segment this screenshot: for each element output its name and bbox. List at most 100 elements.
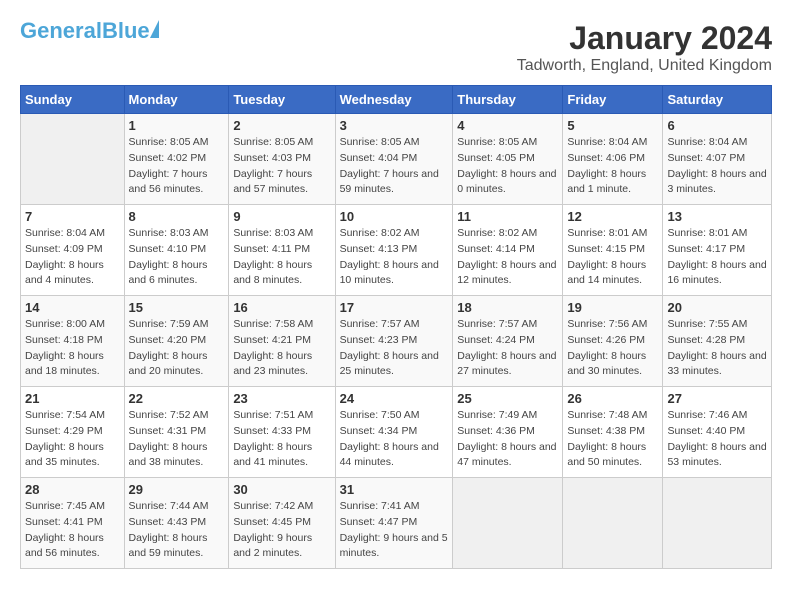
logo-icon — [150, 20, 159, 38]
day-detail: Sunrise: 8:05 AMSunset: 4:05 PMDaylight:… — [457, 136, 556, 195]
calendar-week-5: 28 Sunrise: 7:45 AMSunset: 4:41 PMDayligh… — [21, 478, 772, 569]
day-number: 6 — [667, 118, 767, 133]
day-detail: Sunrise: 7:56 AMSunset: 4:26 PMDaylight:… — [567, 318, 647, 377]
day-number: 28 — [25, 482, 120, 497]
calendar-cell: 22 Sunrise: 7:52 AMSunset: 4:31 PMDayligh… — [124, 387, 229, 478]
day-detail: Sunrise: 7:41 AMSunset: 4:47 PMDaylight:… — [340, 500, 448, 559]
day-number: 29 — [129, 482, 225, 497]
calendar-cell: 19 Sunrise: 7:56 AMSunset: 4:26 PMDayligh… — [563, 296, 663, 387]
day-detail: Sunrise: 8:01 AMSunset: 4:17 PMDaylight:… — [667, 227, 766, 286]
day-number: 23 — [233, 391, 330, 406]
weekday-header-monday: Monday — [124, 86, 229, 114]
day-number: 25 — [457, 391, 558, 406]
day-number: 27 — [667, 391, 767, 406]
day-detail: Sunrise: 7:49 AMSunset: 4:36 PMDaylight:… — [457, 409, 556, 468]
calendar-week-2: 7 Sunrise: 8:04 AMSunset: 4:09 PMDaylight… — [21, 205, 772, 296]
weekday-header-friday: Friday — [563, 86, 663, 114]
day-detail: Sunrise: 8:04 AMSunset: 4:09 PMDaylight:… — [25, 227, 105, 286]
calendar-cell: 18Sunrise: 7:57 AMSunset: 4:24 PMDayligh… — [453, 296, 563, 387]
calendar-cell: 12Sunrise: 8:01 AMSunset: 4:15 PMDayligh… — [563, 205, 663, 296]
main-title: January 2024 — [517, 20, 772, 57]
calendar-cell: 30 Sunrise: 7:42 AMSunset: 4:45 PMDayligh… — [229, 478, 335, 569]
weekday-header-saturday: Saturday — [663, 86, 772, 114]
calendar-cell: 3 Sunrise: 8:05 AMSunset: 4:04 PMDaylight… — [335, 114, 453, 205]
calendar-cell: 20 Sunrise: 7:55 AMSunset: 4:28 PMDayligh… — [663, 296, 772, 387]
day-detail: Sunrise: 7:52 AMSunset: 4:31 PMDaylight:… — [129, 409, 209, 468]
day-detail: Sunrise: 7:50 AMSunset: 4:34 PMDaylight:… — [340, 409, 439, 468]
calendar-cell — [563, 478, 663, 569]
calendar-cell: 5 Sunrise: 8:04 AMSunset: 4:06 PMDaylight… — [563, 114, 663, 205]
calendar-table: SundayMondayTuesdayWednesdayThursdayFrid… — [20, 85, 772, 569]
calendar-week-1: 1 Sunrise: 8:05 AMSunset: 4:02 PMDaylight… — [21, 114, 772, 205]
day-number: 19 — [567, 300, 658, 315]
day-detail: Sunrise: 7:48 AMSunset: 4:38 PMDaylight:… — [567, 409, 647, 468]
calendar-cell: 4 Sunrise: 8:05 AMSunset: 4:05 PMDaylight… — [453, 114, 563, 205]
day-detail: Sunrise: 7:57 AMSunset: 4:23 PMDaylight:… — [340, 318, 439, 377]
calendar-cell: 1 Sunrise: 8:05 AMSunset: 4:02 PMDaylight… — [124, 114, 229, 205]
day-detail: Sunrise: 8:05 AMSunset: 4:04 PMDaylight:… — [340, 136, 439, 195]
day-number: 14 — [25, 300, 120, 315]
day-detail: Sunrise: 8:03 AMSunset: 4:11 PMDaylight:… — [233, 227, 313, 286]
calendar-cell: 8 Sunrise: 8:03 AMSunset: 4:10 PMDaylight… — [124, 205, 229, 296]
calendar-cell — [453, 478, 563, 569]
logo: GeneralBlue — [20, 20, 159, 42]
day-number: 26 — [567, 391, 658, 406]
day-number: 3 — [340, 118, 449, 133]
day-detail: Sunrise: 7:46 AMSunset: 4:40 PMDaylight:… — [667, 409, 766, 468]
calendar-cell — [21, 114, 125, 205]
day-number: 31 — [340, 482, 449, 497]
day-detail: Sunrise: 7:42 AMSunset: 4:45 PMDaylight:… — [233, 500, 313, 559]
weekday-header-wednesday: Wednesday — [335, 86, 453, 114]
calendar-cell: 10Sunrise: 8:02 AMSunset: 4:13 PMDayligh… — [335, 205, 453, 296]
calendar-cell: 2Sunrise: 8:05 AMSunset: 4:03 PMDaylight… — [229, 114, 335, 205]
calendar-cell: 28 Sunrise: 7:45 AMSunset: 4:41 PMDayligh… — [21, 478, 125, 569]
calendar-cell: 14 Sunrise: 8:00 AMSunset: 4:18 PMDayligh… — [21, 296, 125, 387]
day-detail: Sunrise: 7:55 AMSunset: 4:28 PMDaylight:… — [667, 318, 766, 377]
day-number: 11 — [457, 209, 558, 224]
calendar-cell: 24 Sunrise: 7:50 AMSunset: 4:34 PMDayligh… — [335, 387, 453, 478]
day-number: 24 — [340, 391, 449, 406]
day-number: 13 — [667, 209, 767, 224]
day-detail: Sunrise: 8:04 AMSunset: 4:07 PMDaylight:… — [667, 136, 766, 195]
day-detail: Sunrise: 7:58 AMSunset: 4:21 PMDaylight:… — [233, 318, 313, 377]
title-block: January 2024 Tadworth, England, United K… — [517, 20, 772, 75]
day-number: 30 — [233, 482, 330, 497]
day-detail: Sunrise: 8:05 AMSunset: 4:03 PMDaylight:… — [233, 136, 313, 195]
day-detail: Sunrise: 8:00 AMSunset: 4:18 PMDaylight:… — [25, 318, 105, 377]
logo-blue: Blue — [102, 18, 150, 43]
calendar-cell: 31 Sunrise: 7:41 AMSunset: 4:47 PMDayligh… — [335, 478, 453, 569]
day-detail: Sunrise: 8:05 AMSunset: 4:02 PMDaylight:… — [129, 136, 209, 195]
day-detail: Sunrise: 8:03 AMSunset: 4:10 PMDaylight:… — [129, 227, 209, 286]
calendar-cell: 13 Sunrise: 8:01 AMSunset: 4:17 PMDayligh… — [663, 205, 772, 296]
calendar-cell: 27 Sunrise: 7:46 AMSunset: 4:40 PMDayligh… — [663, 387, 772, 478]
weekday-header-thursday: Thursday — [453, 86, 563, 114]
calendar-cell — [663, 478, 772, 569]
day-number: 22 — [129, 391, 225, 406]
calendar-cell: 9Sunrise: 8:03 AMSunset: 4:11 PMDaylight… — [229, 205, 335, 296]
calendar-cell: 29Sunrise: 7:44 AMSunset: 4:43 PMDayligh… — [124, 478, 229, 569]
weekday-header-tuesday: Tuesday — [229, 86, 335, 114]
day-number: 8 — [129, 209, 225, 224]
day-number: 5 — [567, 118, 658, 133]
day-detail: Sunrise: 7:45 AMSunset: 4:41 PMDaylight:… — [25, 500, 105, 559]
calendar-cell: 26 Sunrise: 7:48 AMSunset: 4:38 PMDayligh… — [563, 387, 663, 478]
day-detail: Sunrise: 7:57 AMSunset: 4:24 PMDaylight:… — [457, 318, 556, 377]
calendar-cell: 15 Sunrise: 7:59 AMSunset: 4:20 PMDayligh… — [124, 296, 229, 387]
weekday-header-sunday: Sunday — [21, 86, 125, 114]
calendar-cell: 21Sunrise: 7:54 AMSunset: 4:29 PMDayligh… — [21, 387, 125, 478]
calendar-cell: 6 Sunrise: 8:04 AMSunset: 4:07 PMDaylight… — [663, 114, 772, 205]
day-detail: Sunrise: 8:04 AMSunset: 4:06 PMDaylight:… — [567, 136, 647, 195]
calendar-cell: 7 Sunrise: 8:04 AMSunset: 4:09 PMDaylight… — [21, 205, 125, 296]
weekday-header-row: SundayMondayTuesdayWednesdayThursdayFrid… — [21, 86, 772, 114]
day-number: 7 — [25, 209, 120, 224]
day-number: 20 — [667, 300, 767, 315]
calendar-cell: 17Sunrise: 7:57 AMSunset: 4:23 PMDayligh… — [335, 296, 453, 387]
calendar-cell: 23Sunrise: 7:51 AMSunset: 4:33 PMDayligh… — [229, 387, 335, 478]
calendar-week-3: 14 Sunrise: 8:00 AMSunset: 4:18 PMDayligh… — [21, 296, 772, 387]
day-number: 4 — [457, 118, 558, 133]
day-number: 1 — [129, 118, 225, 133]
day-detail: Sunrise: 7:59 AMSunset: 4:20 PMDaylight:… — [129, 318, 209, 377]
location-subtitle: Tadworth, England, United Kingdom — [517, 57, 772, 75]
day-detail: Sunrise: 8:02 AMSunset: 4:13 PMDaylight:… — [340, 227, 439, 286]
day-number: 15 — [129, 300, 225, 315]
